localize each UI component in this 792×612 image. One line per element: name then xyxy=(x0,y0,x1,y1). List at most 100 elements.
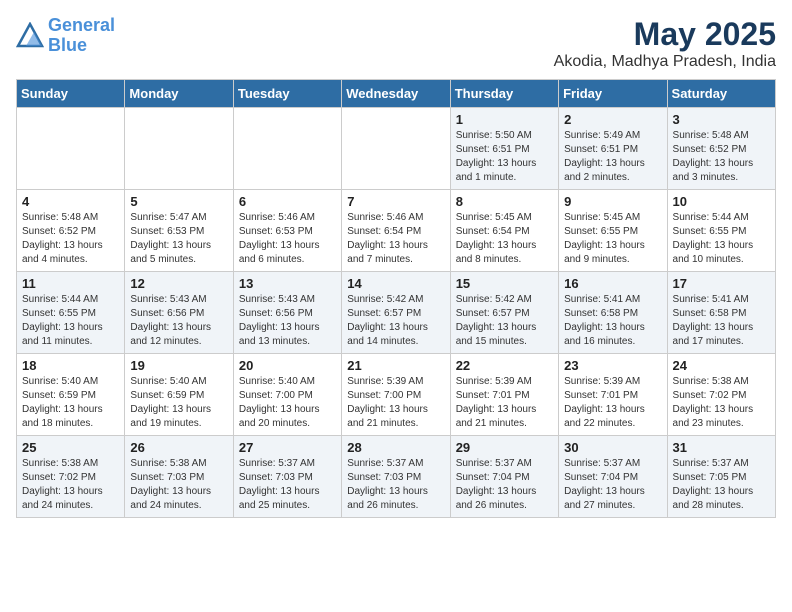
day-number: 29 xyxy=(456,440,553,455)
day-number: 1 xyxy=(456,112,553,127)
day-number: 16 xyxy=(564,276,661,291)
calendar-cell: 20 Sunrise: 5:40 AM Sunset: 7:00 PM Dayli… xyxy=(233,354,341,436)
weekday-header: Thursday xyxy=(450,80,558,108)
calendar-cell: 14 Sunrise: 5:42 AM Sunset: 6:57 PM Dayli… xyxy=(342,272,450,354)
day-number: 3 xyxy=(673,112,770,127)
calendar-cell xyxy=(342,108,450,190)
day-number: 22 xyxy=(456,358,553,373)
day-info: Sunrise: 5:44 AM Sunset: 6:55 PM Dayligh… xyxy=(673,211,770,267)
calendar-cell: 22 Sunrise: 5:39 AM Sunset: 7:01 PM Dayli… xyxy=(450,354,558,436)
calendar-week-row: 11 Sunrise: 5:44 AM Sunset: 6:55 PM Dayli… xyxy=(17,272,776,354)
calendar-cell: 12 Sunrise: 5:43 AM Sunset: 6:56 PM Dayli… xyxy=(125,272,233,354)
calendar-title: May 2025 xyxy=(554,16,776,53)
day-info: Sunrise: 5:40 AM Sunset: 7:00 PM Dayligh… xyxy=(239,375,336,431)
title-block: May 2025 Akodia, Madhya Pradesh, India xyxy=(554,16,776,71)
calendar-cell: 29Sunrise: 5:37 AM Sunset: 7:04 PM Dayli… xyxy=(450,436,558,518)
day-info: Sunrise: 5:38 AM Sunset: 7:03 PM Dayligh… xyxy=(130,457,227,513)
day-info: Sunrise: 5:43 AM Sunset: 6:56 PM Dayligh… xyxy=(239,293,336,349)
day-info: Sunrise: 5:44 AM Sunset: 6:55 PM Dayligh… xyxy=(22,293,119,349)
day-info: Sunrise: 5:45 AM Sunset: 6:55 PM Dayligh… xyxy=(564,211,661,267)
calendar-cell: 9Sunrise: 5:45 AM Sunset: 6:55 PM Daylig… xyxy=(559,190,667,272)
day-number: 27 xyxy=(239,440,336,455)
day-info: Sunrise: 5:37 AM Sunset: 7:05 PM Dayligh… xyxy=(673,457,770,513)
calendar-cell: 10Sunrise: 5:44 AM Sunset: 6:55 PM Dayli… xyxy=(667,190,775,272)
day-number: 21 xyxy=(347,358,444,373)
calendar-cell: 4 Sunrise: 5:48 AM Sunset: 6:52 PM Daylig… xyxy=(17,190,125,272)
day-info: Sunrise: 5:39 AM Sunset: 7:01 PM Dayligh… xyxy=(456,375,553,431)
calendar-cell: 6 Sunrise: 5:46 AM Sunset: 6:53 PM Daylig… xyxy=(233,190,341,272)
day-info: Sunrise: 5:37 AM Sunset: 7:04 PM Dayligh… xyxy=(564,457,661,513)
day-number: 4 xyxy=(22,194,119,209)
day-info: Sunrise: 5:48 AM Sunset: 6:52 PM Dayligh… xyxy=(673,129,770,185)
calendar-cell: 5Sunrise: 5:47 AM Sunset: 6:53 PM Daylig… xyxy=(125,190,233,272)
calendar-cell: 30 Sunrise: 5:37 AM Sunset: 7:04 PM Dayli… xyxy=(559,436,667,518)
weekday-header: Monday xyxy=(125,80,233,108)
calendar-cell: 8Sunrise: 5:45 AM Sunset: 6:54 PM Daylig… xyxy=(450,190,558,272)
calendar-subtitle: Akodia, Madhya Pradesh, India xyxy=(554,53,776,71)
day-number: 17 xyxy=(673,276,770,291)
calendar-cell: 27 Sunrise: 5:37 AM Sunset: 7:03 PM Dayli… xyxy=(233,436,341,518)
day-number: 7 xyxy=(347,194,444,209)
day-number: 20 xyxy=(239,358,336,373)
calendar-cell xyxy=(17,108,125,190)
day-number: 6 xyxy=(239,194,336,209)
calendar-week-row: 4 Sunrise: 5:48 AM Sunset: 6:52 PM Daylig… xyxy=(17,190,776,272)
calendar-cell xyxy=(233,108,341,190)
day-number: 11 xyxy=(22,276,119,291)
calendar-cell: 7 Sunrise: 5:46 AM Sunset: 6:54 PM Daylig… xyxy=(342,190,450,272)
day-info: Sunrise: 5:49 AM Sunset: 6:51 PM Dayligh… xyxy=(564,129,661,185)
calendar-cell: 19 Sunrise: 5:40 AM Sunset: 6:59 PM Dayli… xyxy=(125,354,233,436)
calendar-cell: 16 Sunrise: 5:41 AM Sunset: 6:58 PM Dayli… xyxy=(559,272,667,354)
day-info: Sunrise: 5:48 AM Sunset: 6:52 PM Dayligh… xyxy=(22,211,119,267)
day-info: Sunrise: 5:40 AM Sunset: 6:59 PM Dayligh… xyxy=(130,375,227,431)
logo: General Blue xyxy=(16,16,115,56)
day-number: 26 xyxy=(130,440,227,455)
day-number: 2 xyxy=(564,112,661,127)
calendar-cell: 28 Sunrise: 5:37 AM Sunset: 7:03 PM Dayli… xyxy=(342,436,450,518)
weekday-header: Wednesday xyxy=(342,80,450,108)
day-info: Sunrise: 5:38 AM Sunset: 7:02 PM Dayligh… xyxy=(22,457,119,513)
day-info: Sunrise: 5:50 AM Sunset: 6:51 PM Dayligh… xyxy=(456,129,553,185)
calendar-cell: 2 Sunrise: 5:49 AM Sunset: 6:51 PM Daylig… xyxy=(559,108,667,190)
day-info: Sunrise: 5:37 AM Sunset: 7:03 PM Dayligh… xyxy=(239,457,336,513)
day-info: Sunrise: 5:38 AM Sunset: 7:02 PM Dayligh… xyxy=(673,375,770,431)
day-info: Sunrise: 5:46 AM Sunset: 6:54 PM Dayligh… xyxy=(347,211,444,267)
day-info: Sunrise: 5:45 AM Sunset: 6:54 PM Dayligh… xyxy=(456,211,553,267)
day-info: Sunrise: 5:41 AM Sunset: 6:58 PM Dayligh… xyxy=(673,293,770,349)
calendar-cell: 3 Sunrise: 5:48 AM Sunset: 6:52 PM Daylig… xyxy=(667,108,775,190)
calendar-cell xyxy=(125,108,233,190)
weekday-header-row: SundayMondayTuesdayWednesdayThursdayFrid… xyxy=(17,80,776,108)
day-number: 5 xyxy=(130,194,227,209)
calendar-cell: 24 Sunrise: 5:38 AM Sunset: 7:02 PM Dayli… xyxy=(667,354,775,436)
calendar-week-row: 1 Sunrise: 5:50 AM Sunset: 6:51 PM Daylig… xyxy=(17,108,776,190)
day-number: 13 xyxy=(239,276,336,291)
calendar-cell: 18Sunrise: 5:40 AM Sunset: 6:59 PM Dayli… xyxy=(17,354,125,436)
day-number: 18 xyxy=(22,358,119,373)
calendar-cell: 11 Sunrise: 5:44 AM Sunset: 6:55 PM Dayli… xyxy=(17,272,125,354)
day-number: 14 xyxy=(347,276,444,291)
day-number: 19 xyxy=(130,358,227,373)
calendar-cell: 21 Sunrise: 5:39 AM Sunset: 7:00 PM Dayli… xyxy=(342,354,450,436)
calendar-week-row: 25 Sunrise: 5:38 AM Sunset: 7:02 PM Dayli… xyxy=(17,436,776,518)
day-info: Sunrise: 5:46 AM Sunset: 6:53 PM Dayligh… xyxy=(239,211,336,267)
day-info: Sunrise: 5:43 AM Sunset: 6:56 PM Dayligh… xyxy=(130,293,227,349)
day-info: Sunrise: 5:42 AM Sunset: 6:57 PM Dayligh… xyxy=(347,293,444,349)
day-number: 30 xyxy=(564,440,661,455)
calendar-cell: 1 Sunrise: 5:50 AM Sunset: 6:51 PM Daylig… xyxy=(450,108,558,190)
day-info: Sunrise: 5:41 AM Sunset: 6:58 PM Dayligh… xyxy=(564,293,661,349)
day-info: Sunrise: 5:42 AM Sunset: 6:57 PM Dayligh… xyxy=(456,293,553,349)
calendar-cell: 13 Sunrise: 5:43 AM Sunset: 6:56 PM Dayli… xyxy=(233,272,341,354)
calendar-cell: 31Sunrise: 5:37 AM Sunset: 7:05 PM Dayli… xyxy=(667,436,775,518)
day-info: Sunrise: 5:37 AM Sunset: 7:03 PM Dayligh… xyxy=(347,457,444,513)
day-number: 12 xyxy=(130,276,227,291)
weekday-header: Saturday xyxy=(667,80,775,108)
day-info: Sunrise: 5:39 AM Sunset: 7:01 PM Dayligh… xyxy=(564,375,661,431)
day-number: 28 xyxy=(347,440,444,455)
header: General Blue May 2025 Akodia, Madhya Pra… xyxy=(16,16,776,71)
day-number: 15 xyxy=(456,276,553,291)
weekday-header: Friday xyxy=(559,80,667,108)
day-number: 24 xyxy=(673,358,770,373)
day-number: 25 xyxy=(22,440,119,455)
calendar-cell: 25 Sunrise: 5:38 AM Sunset: 7:02 PM Dayli… xyxy=(17,436,125,518)
day-info: Sunrise: 5:39 AM Sunset: 7:00 PM Dayligh… xyxy=(347,375,444,431)
